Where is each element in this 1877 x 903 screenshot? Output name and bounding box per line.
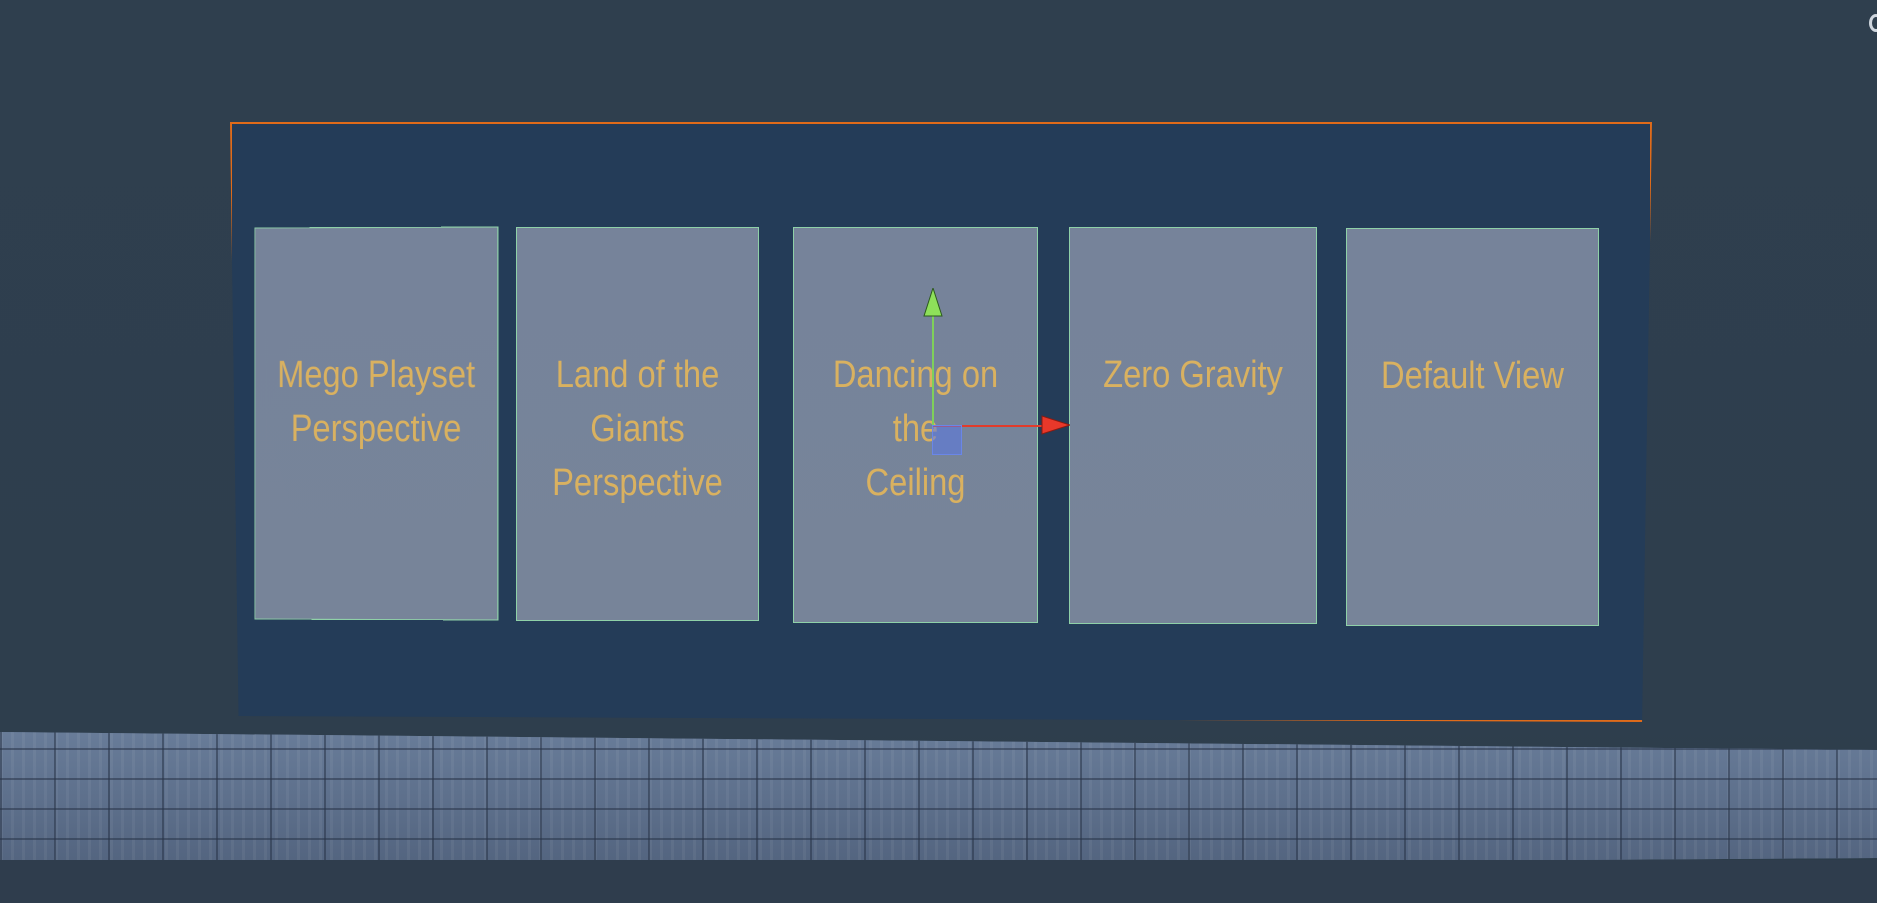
card-label-line: Giants [590,408,685,450]
card-label: Land of the Giants Perspective [534,348,741,510]
card-zero-gravity[interactable]: Zero Gravity [1069,227,1317,624]
arrow-right-icon[interactable] [1040,414,1070,436]
card-label-line: Zero Gravity [1103,354,1283,396]
floor-tiles [0,732,1877,870]
card-label-line: Land of the [555,354,720,396]
scene-viewport[interactable]: Mego Playset Perspective Land of the Gia… [0,0,1877,903]
card-label-line: Default View [1381,355,1564,397]
card-mego-playset-perspective[interactable]: Mego Playset Perspective [254,226,499,621]
floor-shadow [0,860,1877,903]
card-label: Dancing on the Ceiling [811,348,1020,510]
card-label: Default View [1365,349,1581,403]
arrow-up-icon[interactable] [922,288,944,318]
card-land-of-the-giants-perspective[interactable]: Land of the Giants Perspective [516,227,759,621]
card-label: Mego Playset Perspective [272,348,480,456]
card-default-view[interactable]: Default View [1346,228,1599,626]
circle-icon [1869,14,1877,32]
card-label-line: Perspective [552,462,723,504]
card-label-line: Mego Playset [277,353,476,397]
gizmo-y-axis[interactable] [932,312,934,427]
card-label-line: Ceiling [865,462,966,504]
card-label-line: Dancing on the [832,354,999,450]
move-handle-icon[interactable] [932,425,962,455]
card-label-line: Perspective [290,407,462,451]
card-label: Zero Gravity [1087,348,1299,402]
